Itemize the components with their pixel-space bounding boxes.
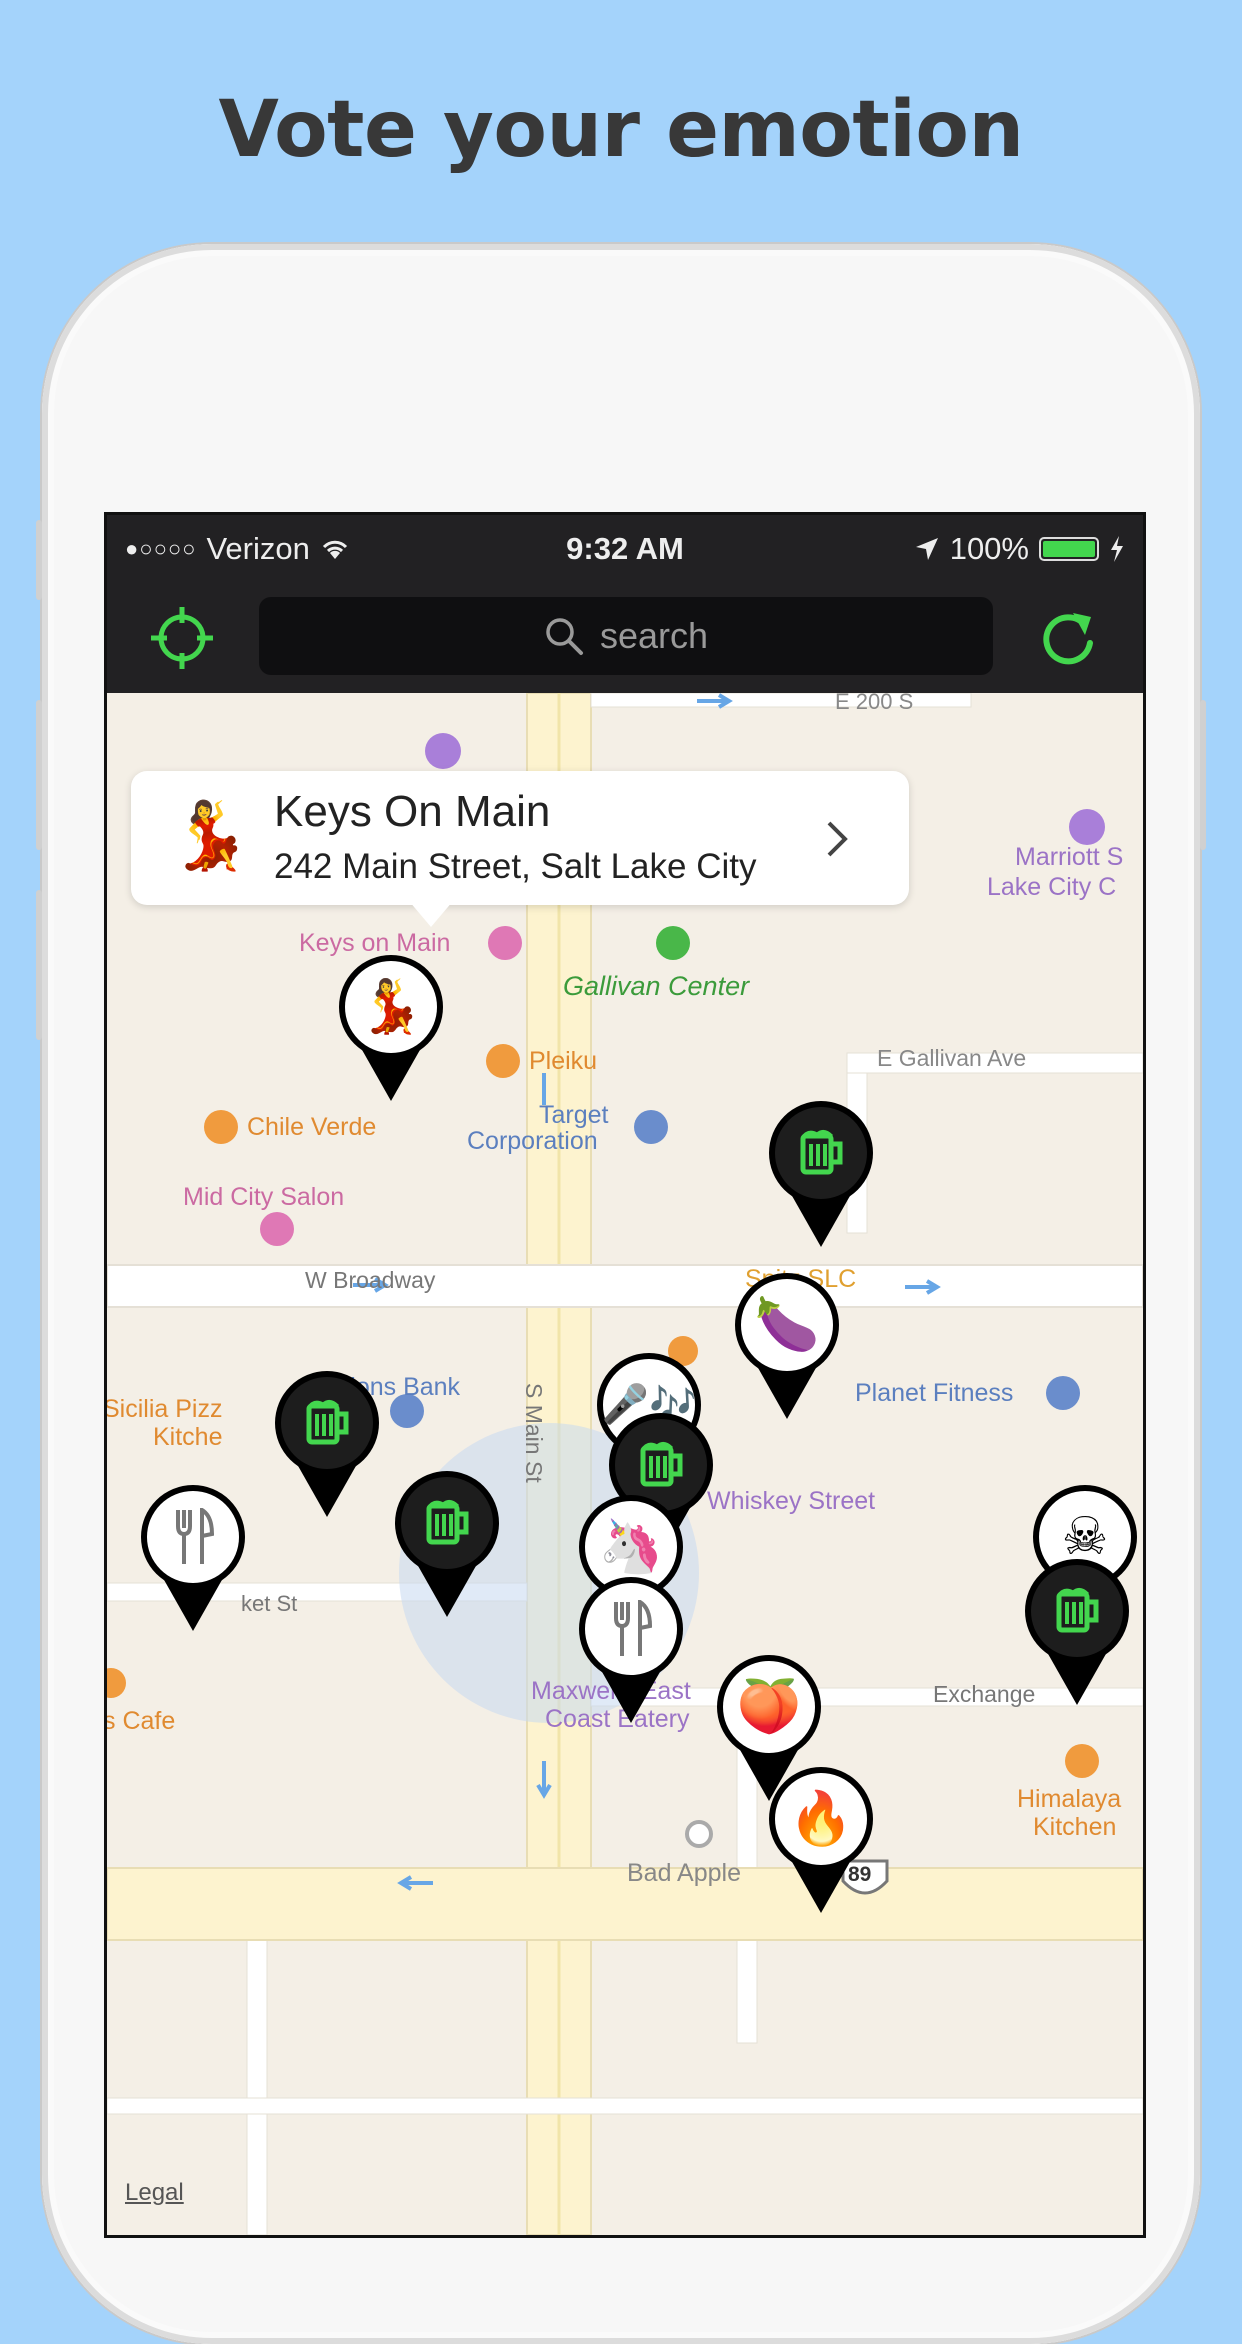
callout-title: Keys On Main xyxy=(274,787,551,836)
fork-pin-2[interactable] xyxy=(577,1575,685,1725)
beer-pin-5[interactable] xyxy=(1023,1557,1131,1707)
mute-switch xyxy=(36,520,42,600)
location-arrow-icon xyxy=(915,538,938,560)
emoji-icon: 💃 xyxy=(358,978,424,1036)
charging-bolt-icon xyxy=(1111,536,1123,562)
beer-mug-icon xyxy=(767,1099,875,1207)
poi-label-target: Target xyxy=(539,1101,609,1129)
callout-emoji: 💃 xyxy=(169,798,252,872)
poi-label-cafe: s Cafe xyxy=(107,1707,176,1735)
battery-percent: 100% xyxy=(949,531,1029,566)
volume-down-button xyxy=(36,890,42,1040)
street-label-market-st: ket St xyxy=(241,1591,298,1616)
poi-label-mid-city-salon: Mid City Salon xyxy=(183,1183,345,1211)
poi-label-whiskey-street: Whiskey Street xyxy=(707,1487,876,1515)
beer-pin-4[interactable] xyxy=(393,1469,501,1619)
emoji-icon: 🍆 xyxy=(754,1296,820,1354)
map-view[interactable]: E 200 S Marriott S Lake City C Keys on M… xyxy=(107,693,1143,2235)
poi-label-sicilia: Sicilia Pizz xyxy=(107,1395,223,1423)
fork-knife-icon xyxy=(139,1483,247,1591)
street-label-e-200-s: E 200 S xyxy=(835,693,914,714)
keys-on-main-pin[interactable]: 💃 xyxy=(337,953,445,1103)
beer-mug-icon xyxy=(393,1469,501,1577)
emoji-icon: 🍑 xyxy=(736,1678,802,1736)
poi-label-himalayan-kitchen: Kitchen xyxy=(1033,1813,1117,1841)
search-placeholder: search xyxy=(599,615,709,656)
poi-label-bad-apple: Bad Apple xyxy=(627,1859,741,1887)
poi-label-chile-verde: Chile Verde xyxy=(247,1113,377,1141)
poi-label-lake-city: Lake City C xyxy=(987,873,1117,901)
headline: Vote your emotion xyxy=(218,85,1024,175)
eggplant-pin[interactable]: 🍆 xyxy=(733,1271,841,1421)
fire-pin[interactable]: 🔥 xyxy=(767,1765,875,1915)
beer-pin-1[interactable] xyxy=(767,1099,875,1249)
beer-mug-icon xyxy=(1023,1557,1131,1665)
poi-label-corporation: Corporation xyxy=(467,1127,598,1155)
poi-label-pleiku: Pleiku xyxy=(529,1047,598,1075)
street-label-gallivan-ave: E Gallivan Ave xyxy=(877,1045,1027,1071)
battery-fill xyxy=(1043,541,1095,557)
fork-pin-1[interactable] xyxy=(139,1483,247,1633)
crosshair-icon[interactable] xyxy=(149,605,215,671)
place-callout[interactable]: 💃 Keys On Main 242 Main Street, Salt Lak… xyxy=(131,771,909,927)
refresh-icon[interactable] xyxy=(1033,603,1103,673)
poi-label-marriott: Marriott S xyxy=(1015,843,1124,871)
street-label-exchange: Exchange xyxy=(933,1681,1036,1707)
poi-label-kitchen-left: Kitche xyxy=(153,1423,223,1451)
street-label-s-main-st: S Main St xyxy=(521,1383,547,1483)
street-label-w-broadway: W Broadway xyxy=(305,1267,436,1293)
poi-label-planet-fitness: Planet Fitness xyxy=(855,1379,1014,1407)
battery-icon xyxy=(1039,537,1099,561)
fork-knife-icon xyxy=(577,1575,685,1683)
emoji-icon: 🔥 xyxy=(788,1790,854,1848)
legal-link[interactable]: Legal xyxy=(125,2179,184,2207)
power-button xyxy=(1200,700,1206,850)
poi-label-himalayan: Himalaya xyxy=(1017,1785,1122,1813)
volume-up-button xyxy=(36,700,42,850)
search-icon xyxy=(546,618,583,655)
phone-screen: ●○○○○ Verizon 9:32 AM 100% search E 200 … xyxy=(104,512,1146,2238)
chevron-right-icon[interactable] xyxy=(823,819,851,859)
search-input[interactable]: search xyxy=(259,597,993,675)
callout-tail xyxy=(409,901,453,927)
status-bar: ●○○○○ Verizon 9:32 AM 100% xyxy=(107,515,1143,585)
search-toolbar: search xyxy=(107,585,1143,693)
beer-pin-2[interactable] xyxy=(273,1369,381,1519)
beer-mug-icon xyxy=(273,1369,381,1477)
callout-address: 242 Main Street, Salt Lake City xyxy=(274,847,757,886)
poi-label-gallivan-center: Gallivan Center xyxy=(563,971,750,1001)
